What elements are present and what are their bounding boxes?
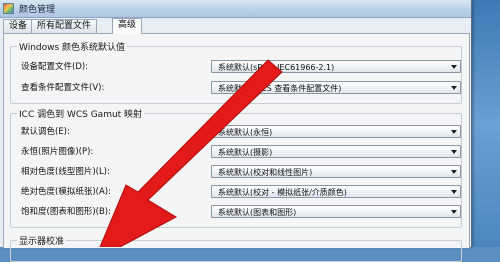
- absolute-colorimetric-label: 绝对色度(模拟纸张)(A):: [21, 187, 111, 197]
- advanced-panel: Windows 颜色系统默认值 设备配置文件(D): 系统默认(sRGB IEC…: [3, 33, 470, 262]
- color-management-icon: [3, 3, 14, 14]
- chevron-down-icon: [451, 65, 457, 69]
- group-title: Windows 颜色系统默认值: [17, 40, 128, 53]
- desktop-background: [470, 0, 500, 247]
- chevron-down-icon: [451, 190, 457, 194]
- default-rendering-label: 默认调色(E):: [21, 127, 70, 137]
- perceptual-dropdown[interactable]: 系统默认(摄影): [211, 145, 461, 158]
- tab-strip: 设备 所有配置文件 高级: [0, 18, 471, 34]
- dropdown-value: 系统默认(摄影): [218, 148, 273, 157]
- dropdown-value: 系统默认(校对 - 模拟纸张/介质颜色): [218, 188, 347, 197]
- saturation-label: 饱和度(图表和图形)(B):: [21, 207, 111, 217]
- group-title: ICC 调色到 WCS Gamut 映射: [17, 107, 145, 120]
- dropdown-value: 系统默认(WCS 查看条件配置文件): [218, 84, 342, 93]
- icc-gamut-group: ICC 调色到 WCS Gamut 映射 默认调色(E): 系统默认(永恒) 永…: [10, 107, 462, 228]
- display-calibration-group: 显示器校准: [10, 234, 462, 262]
- absolute-colorimetric-dropdown[interactable]: 系统默认(校对 - 模拟纸张/介质颜色): [211, 185, 461, 198]
- device-profile-dropdown[interactable]: 系统默认(sRGB IEC61966-2.1): [211, 60, 461, 73]
- dropdown-value: 系统默认(图表和图形): [218, 208, 297, 217]
- windows-defaults-group: Windows 颜色系统默认值 设备配置文件(D): 系统默认(sRGB IEC…: [10, 40, 462, 104]
- dropdown-value: 系统默认(永恒): [218, 128, 273, 137]
- group-title: 显示器校准: [17, 234, 67, 247]
- device-profile-label: 设备配置文件(D):: [21, 62, 89, 72]
- viewing-conditions-label: 查看条件配置文件(V):: [21, 83, 105, 93]
- relative-colorimetric-label: 相对色度(线型图片)(L):: [21, 167, 110, 177]
- dropdown-value: 系统默认(sRGB IEC61966-2.1): [218, 63, 335, 72]
- title-bar[interactable]: 颜色管理: [0, 0, 471, 18]
- default-rendering-dropdown[interactable]: 系统默认(永恒): [211, 125, 461, 138]
- color-management-window: 颜色管理 设备 所有配置文件 高级 Windows 颜色系统默认值 设备配置文件…: [0, 0, 472, 262]
- chevron-down-icon: [451, 130, 457, 134]
- tab-advanced[interactable]: 高级: [112, 18, 143, 34]
- relative-colorimetric-dropdown[interactable]: 系统默认(校对和线性图片): [211, 165, 461, 178]
- perceptual-label: 永恒(照片图像)(P):: [21, 147, 94, 157]
- dropdown-value: 系统默认(校对和线性图片): [218, 168, 313, 177]
- chevron-down-icon: [451, 170, 457, 174]
- chevron-down-icon: [451, 150, 457, 154]
- tab-all-profiles[interactable]: 所有配置文件: [31, 19, 98, 33]
- saturation-dropdown[interactable]: 系统默认(图表和图形): [211, 205, 461, 218]
- chevron-down-icon: [451, 210, 457, 214]
- window-title: 颜色管理: [19, 5, 56, 15]
- tab-devices[interactable]: 设备: [3, 19, 34, 33]
- viewing-conditions-dropdown[interactable]: 系统默认(WCS 查看条件配置文件): [211, 81, 461, 94]
- chevron-down-icon: [451, 86, 457, 90]
